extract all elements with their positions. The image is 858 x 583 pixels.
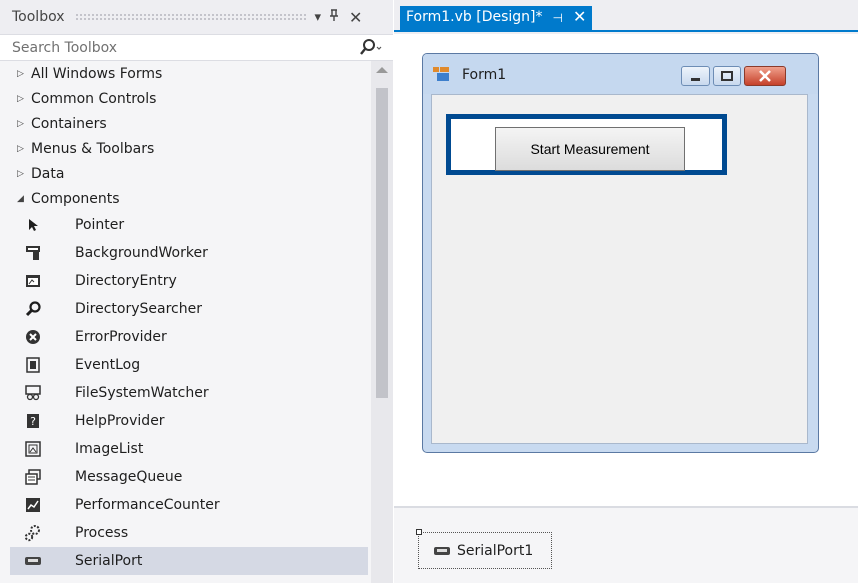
- toolbox-item-errorprovider[interactable]: ErrorProvider: [0, 323, 370, 351]
- collapse-arrow-icon: ◢: [17, 193, 24, 204]
- toolbox-search-bar: [0, 34, 393, 61]
- expand-arrow-icon: ▷: [17, 168, 24, 179]
- tab-label: Form1.vb [Design]*: [406, 9, 543, 25]
- toolbox-item-messagequeue[interactable]: MessageQueue: [0, 463, 370, 491]
- maximize-button[interactable]: [713, 66, 741, 86]
- message-queue-icon: [23, 468, 43, 486]
- form-title-bar: Form1: [423, 54, 818, 94]
- toolbox-item-label: PerformanceCounter: [75, 497, 220, 513]
- toolbox-item-label: Pointer: [75, 217, 125, 233]
- image-list-icon: [23, 440, 43, 458]
- toolbox-item-label: DirectorySearcher: [75, 301, 202, 317]
- file-system-watcher-icon: [23, 384, 43, 402]
- designer-pane: Form1.vb [Design]* ⊣ ✕ Form1 Start Measu…: [394, 0, 858, 583]
- toolbox-item-label: BackgroundWorker: [75, 245, 208, 261]
- toolbox-item-directorysearcher[interactable]: DirectorySearcher: [0, 295, 370, 323]
- category-label: Components: [31, 190, 120, 207]
- component-label: SerialPort1: [457, 542, 534, 559]
- expand-arrow-icon: ▷: [17, 118, 24, 129]
- directory-searcher-icon: [23, 300, 43, 318]
- toolbox-item-label: EventLog: [75, 357, 141, 373]
- performance-counter-icon: [23, 496, 43, 514]
- toolbox-title: Toolbox: [12, 9, 65, 25]
- category-containers[interactable]: ▷ Containers: [0, 111, 370, 136]
- error-provider-icon: [23, 328, 43, 346]
- toolbox-scrollbar[interactable]: [371, 61, 393, 583]
- toolbox-item-label: FileSystemWatcher: [75, 385, 209, 401]
- document-tab-strip: Form1.vb [Design]* ⊣ ✕: [394, 0, 858, 32]
- close-icon[interactable]: ✕: [573, 9, 586, 25]
- serial-port-icon: [434, 546, 450, 555]
- close-icon[interactable]: ✕: [349, 8, 362, 27]
- toolbox-title-bar: Toolbox ▾ ✕: [0, 0, 393, 34]
- category-all-windows-forms[interactable]: ▷ All Windows Forms: [0, 61, 370, 86]
- category-label: Data: [31, 165, 65, 182]
- category-components[interactable]: ◢ Components: [0, 186, 370, 211]
- tab-form1-design[interactable]: Form1.vb [Design]* ⊣ ✕: [400, 6, 593, 32]
- toolbox-search-input[interactable]: [12, 39, 342, 56]
- serialport1-component[interactable]: SerialPort1: [416, 529, 552, 569]
- form-title: Form1: [462, 67, 507, 83]
- event-log-icon: [23, 356, 43, 374]
- toolbox-item-serialport[interactable]: SerialPort: [10, 547, 368, 575]
- toolbox-item-helpprovider[interactable]: ? HelpProvider: [0, 407, 370, 435]
- scrollbar-thumb[interactable]: [376, 88, 388, 398]
- category-menus-toolbars[interactable]: ▷ Menus & Toolbars: [0, 136, 370, 161]
- help-provider-icon: ?: [23, 412, 43, 430]
- toolbox-item-label: ImageList: [75, 441, 144, 457]
- toolbox-item-imagelist[interactable]: ImageList: [0, 435, 370, 463]
- pin-icon[interactable]: [329, 9, 339, 25]
- expand-arrow-icon: ▷: [17, 143, 24, 154]
- selection-handle[interactable]: [416, 529, 422, 535]
- category-label: All Windows Forms: [31, 65, 163, 82]
- toolbox-item-label: HelpProvider: [75, 413, 165, 429]
- toolbox-drag-grip[interactable]: [74, 13, 307, 21]
- toolbox-item-process[interactable]: Process: [0, 519, 370, 547]
- toolbox-item-backgroundworker[interactable]: BackgroundWorker: [0, 239, 370, 267]
- minimize-button[interactable]: [681, 66, 710, 86]
- category-data[interactable]: ▷ Data: [0, 161, 370, 186]
- toolbox-item-performancecounter[interactable]: PerformanceCounter: [0, 491, 370, 519]
- process-icon: [23, 524, 43, 542]
- form-icon: [433, 67, 449, 81]
- design-surface[interactable]: Form1 Start Measurement: [394, 34, 858, 506]
- toolbox-item-directoryentry[interactable]: DirectoryEntry: [0, 267, 370, 295]
- serial-port-icon: [23, 552, 43, 570]
- toolbox-item-label: MessageQueue: [75, 469, 183, 485]
- toolbox-panel: Toolbox ▾ ✕ ▷ All Windows Forms ▷ Common C…: [0, 0, 393, 583]
- toolbox-list: ▷ All Windows Forms ▷ Common Controls ▷ Con…: [0, 61, 370, 583]
- category-common-controls[interactable]: ▷ Common Controls: [0, 86, 370, 111]
- expand-arrow-icon: ▷: [17, 68, 24, 79]
- scroll-up-arrow-icon[interactable]: [376, 67, 388, 73]
- toolbox-item-label: Process: [75, 525, 129, 541]
- highlight-box: Start Measurement: [446, 114, 727, 175]
- toolbox-item-label: DirectoryEntry: [75, 273, 177, 289]
- svg-text:?: ?: [30, 415, 36, 428]
- toolbox-item-label: ErrorProvider: [75, 329, 167, 345]
- pointer-icon: [23, 216, 43, 234]
- toolbox-item-eventlog[interactable]: EventLog: [0, 351, 370, 379]
- close-window-button[interactable]: [744, 66, 786, 86]
- directory-entry-icon: [23, 272, 43, 290]
- background-worker-icon: [23, 244, 43, 262]
- form-window[interactable]: Form1: [422, 53, 819, 453]
- category-label: Menus & Toolbars: [31, 140, 155, 157]
- search-icon[interactable]: [359, 38, 383, 58]
- category-label: Containers: [31, 115, 107, 132]
- category-label: Common Controls: [31, 90, 157, 107]
- expand-arrow-icon: ▷: [17, 93, 24, 104]
- toolbox-item-pointer[interactable]: Pointer: [0, 211, 370, 239]
- component-tray[interactable]: SerialPort1: [394, 506, 858, 583]
- toolbox-item-label: SerialPort: [75, 553, 143, 569]
- pin-icon[interactable]: ⊣: [553, 11, 563, 25]
- start-measurement-button[interactable]: Start Measurement: [495, 127, 685, 171]
- toolbox-item-filesystemwatcher[interactable]: FileSystemWatcher: [0, 379, 370, 407]
- dropdown-arrow-icon[interactable]: ▾: [315, 10, 322, 25]
